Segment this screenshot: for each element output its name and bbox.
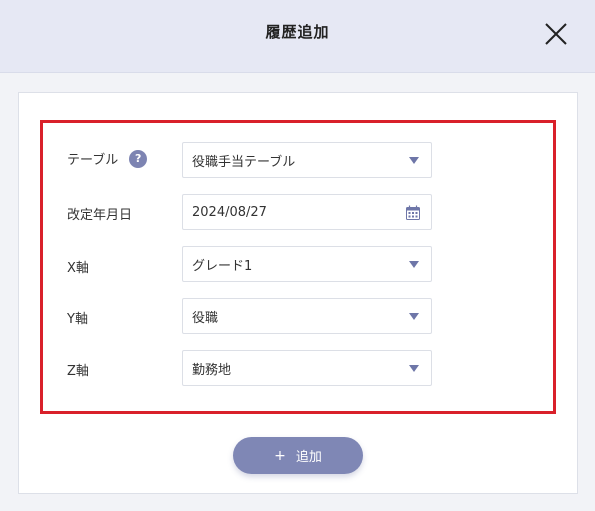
x-axis-label: X軸 [67,261,89,276]
calendar-icon[interactable] [406,205,420,224]
y-axis-select[interactable]: 役職 [182,298,432,334]
table-label-row: テーブル ? [67,149,148,168]
plus-icon: + [274,447,286,464]
close-icon [545,23,567,45]
revision-date-label-row: 改定年月日 [67,204,132,223]
x-axis-select[interactable]: グレード1 [182,246,432,282]
dialog-title: 履歴追加 [265,23,330,41]
z-axis-select-value: 勤務地 [192,362,232,378]
chevron-down-icon [409,365,419,372]
dialog-header: 履歴追加 [0,0,595,73]
chevron-down-icon [409,313,419,320]
table-select[interactable]: 役職手当テーブル [182,142,432,178]
z-axis-label-row: Z軸 [67,360,89,379]
y-axis-select-value: 役職 [192,310,219,326]
x-axis-label-row: X軸 [67,257,89,276]
z-axis-label: Z軸 [67,364,89,379]
add-button[interactable]: + 追加 [233,437,363,474]
revision-date-input[interactable]: 2024/08/27 [182,194,432,230]
x-axis-select-value: グレード1 [192,258,253,274]
chevron-down-icon [409,157,419,164]
add-button-label: 追加 [295,450,322,465]
history-add-dialog: 履歴追加 テーブル ? 役職手当テーブル 改定年月日 2024/08/27 X軸… [0,0,595,511]
table-label: テーブル [67,153,119,168]
close-button[interactable] [542,20,570,48]
y-axis-label-row: Y軸 [67,308,88,327]
table-select-value: 役職手当テーブル [192,154,296,170]
z-axis-select[interactable]: 勤務地 [182,350,432,386]
revision-date-label: 改定年月日 [67,208,133,223]
help-icon[interactable]: ? [129,149,148,168]
y-axis-label: Y軸 [67,312,88,327]
chevron-down-icon [409,261,419,268]
revision-date-value: 2024/08/27 [192,204,267,220]
